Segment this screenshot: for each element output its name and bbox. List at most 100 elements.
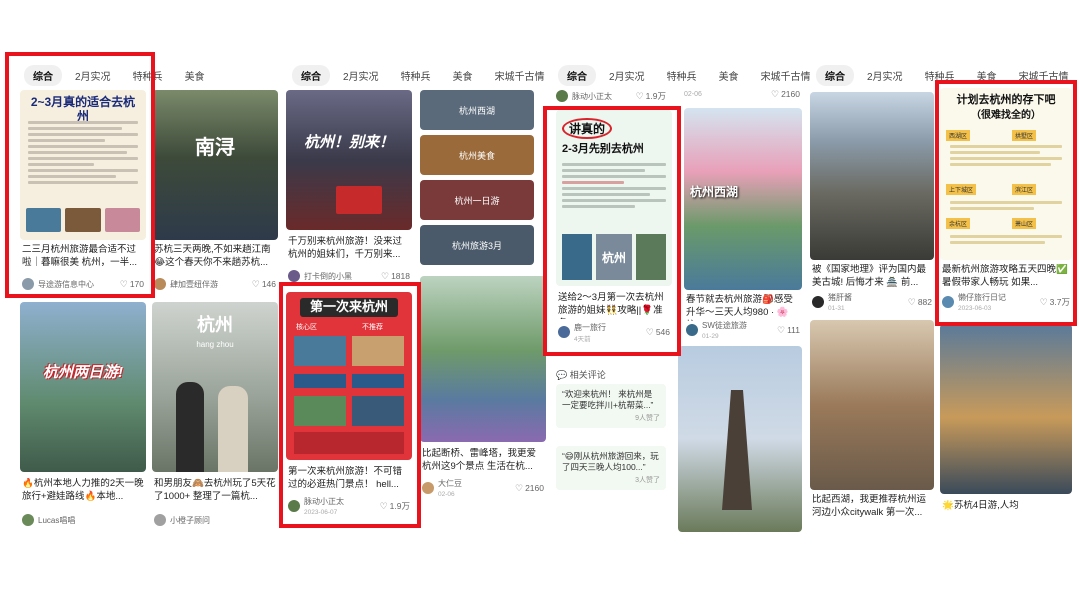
- author-name[interactable]: 大仁豆02-06: [438, 478, 515, 498]
- post-title[interactable]: 比起西湖，我更推荐杭州运河边小众citywalk 第一次...: [812, 494, 932, 520]
- tab-feb-live[interactable]: 2月实况: [66, 65, 120, 86]
- like-button[interactable]: ♡882: [908, 297, 932, 308]
- author-name[interactable]: SW徒途旅游01-29: [702, 320, 777, 340]
- author-name-text[interactable]: 大仁豆: [438, 479, 462, 488]
- avatar[interactable]: [288, 270, 300, 282]
- post-card[interactable]: 计划去杭州的存下吧 （很难找全的） 西湖区 拱墅区 上下城区 滨江区 余杭区 萧…: [940, 88, 1072, 318]
- tab-special-forces[interactable]: 特种兵: [392, 65, 440, 86]
- author-name-text[interactable]: SW徒途旅游: [702, 321, 747, 330]
- post-card[interactable]: 第一次来杭州 核心区 不推荐 第一次来杭州旅游！不可错过的必逛热门景点！ hel…: [286, 292, 412, 520]
- tab-food[interactable]: 美食: [710, 65, 748, 86]
- tab-feb-live[interactable]: 2月实况: [600, 65, 654, 86]
- author-name[interactable]: 懒仔旅行日记2023-06-03: [958, 292, 1040, 312]
- author-name[interactable]: 肆加壹纽伴游: [170, 279, 252, 290]
- tab-special-forces[interactable]: 特种兵: [658, 65, 706, 86]
- post-card[interactable]: 比起西湖，我更推荐杭州运河边小众citywalk 第一次...: [810, 320, 934, 532]
- post-title[interactable]: 🌟苏杭4日游,人均: [942, 500, 1070, 513]
- post-cover-image: 2~3月真的适合去杭州: [20, 90, 146, 240]
- post-title[interactable]: 春节就去杭州旅游🎒感受升华～三天人均980 · 🌸杭...: [686, 294, 800, 321]
- post-title[interactable]: 和男朋友🙈去杭州玩了5天花了1000+ 整理了一篇杭...: [154, 478, 276, 504]
- avatar[interactable]: [422, 482, 434, 494]
- suggestion-button[interactable]: 杭州一日游: [420, 180, 534, 220]
- suggestion-button[interactable]: 杭州美食: [420, 135, 534, 175]
- avatar[interactable]: [154, 278, 166, 290]
- author-name[interactable]: 鹿一旅行4天前: [574, 322, 646, 343]
- post-title[interactable]: 苏杭三天两晚,不如来趟江南😂这个春天你不来趟苏杭...: [154, 244, 276, 270]
- avatar[interactable]: [22, 514, 34, 526]
- suggestion-button[interactable]: 杭州旅游3月: [420, 225, 534, 265]
- post-title[interactable]: 最新杭州旅游攻略五天四晚✅暑假带家人畅玩 如果...: [942, 264, 1070, 290]
- avatar[interactable]: [686, 324, 698, 336]
- author-name[interactable]: 猪肝酱01-31: [828, 292, 908, 312]
- tab-all[interactable]: 综合: [558, 65, 596, 86]
- like-button[interactable]: ♡1.9万: [380, 500, 410, 512]
- results-panel-4: 综合 2月实况 特种兵 美食 宋城千古情 被《国家地理》评为国内最美古城! 后悔…: [810, 62, 1072, 532]
- avatar[interactable]: [558, 326, 570, 338]
- author-name-text[interactable]: 猪肝酱: [828, 293, 852, 302]
- post-card[interactable]: 被《国家地理》评为国内最美古城! 后悔才来 🏯 前... 猪肝酱01-31 ♡8…: [810, 92, 934, 314]
- like-button[interactable]: ♡2160: [771, 89, 800, 100]
- avatar[interactable]: [22, 278, 34, 290]
- tab-food[interactable]: 美食: [444, 65, 482, 86]
- post-card[interactable]: 2~3月真的适合去杭州 二三月杭州旅游最合适不过啦｜暮嘛很美 杭州，一半... …: [20, 90, 146, 294]
- post-card[interactable]: [678, 346, 802, 532]
- comment-card[interactable]: “😄刚从杭州旅游回来，玩了四天三晚人均100...” 3人赞了: [556, 446, 666, 490]
- author-name-text[interactable]: 鹿一旅行: [574, 323, 606, 332]
- avatar[interactable]: [288, 500, 300, 512]
- tab-all[interactable]: 综合: [24, 65, 62, 86]
- tab-food[interactable]: 美食: [176, 65, 214, 86]
- like-button[interactable]: ♡1818: [381, 271, 410, 282]
- post-card[interactable]: 比起断桥、雷峰塔，我更爱杭州这9个景点 生活在杭... 大仁豆02-06 ♡21…: [420, 276, 546, 532]
- avatar[interactable]: [154, 514, 166, 526]
- tab-songcheng[interactable]: 宋城千古情: [486, 65, 548, 86]
- tab-special-forces[interactable]: 特种兵: [124, 65, 172, 86]
- like-button[interactable]: ♡146: [252, 279, 276, 290]
- post-title[interactable]: 第一次来杭州旅游！不可错过的必逛热门景点！ hell...: [288, 466, 410, 492]
- like-button[interactable]: ♡170: [120, 279, 144, 290]
- tab-feb-live[interactable]: 2月实况: [334, 65, 388, 86]
- post-title[interactable]: 比起断桥、雷峰塔，我更爱杭州这9个景点 生活在杭...: [422, 448, 544, 474]
- like-button[interactable]: ♡3.7万: [1040, 296, 1070, 308]
- post-title[interactable]: 被《国家地理》评为国内最美古城! 后悔才来 🏯 前...: [812, 264, 932, 290]
- post-card[interactable]: 杭州 hang zhou 和男朋友🙈去杭州玩了5天花了1000+ 整理了一篇杭.…: [152, 302, 278, 532]
- post-card[interactable]: 南浔 苏杭三天两晚,不如来趟江南😂这个春天你不来趟苏杭... 肆加壹纽伴游 ♡1…: [152, 90, 278, 294]
- tab-special-forces[interactable]: 特种兵: [916, 65, 964, 86]
- tab-songcheng[interactable]: 宋城千古情: [752, 65, 814, 86]
- tab-food[interactable]: 美食: [968, 65, 1006, 86]
- author-name[interactable]: 脉动小正太2023-06-07: [304, 496, 380, 516]
- tab-all[interactable]: 综合: [292, 65, 330, 86]
- post-title[interactable]: 🔥杭州本地人力推的2天一晚旅行+避娃路线🔥本地...: [22, 478, 144, 504]
- avatar[interactable]: [812, 296, 824, 308]
- avatar[interactable]: [556, 90, 568, 102]
- post-card[interactable]: 杭州西湖 春节就去杭州旅游🎒感受升华～三天人均980 · 🌸杭... SW徒途旅…: [684, 108, 802, 340]
- post-cover-image: 杭州西湖: [684, 108, 802, 290]
- post-title[interactable]: 送给2～3月第一次去杭州旅游的姐妹👯攻略||🌹准备...: [558, 292, 670, 319]
- post-card[interactable]: 讲真的 2-3月先别去杭州 杭州 送给2～3月第一次去杭州旅游的姐妹👯攻略||🌹…: [556, 110, 672, 352]
- post-card[interactable]: 杭州！别来！ 千万别来杭州旅游！没来过杭州的姐妹们，千万别来... 打卡倒的小黑…: [286, 90, 412, 286]
- author-name-text[interactable]: 脉动小正太: [304, 497, 344, 506]
- author-name[interactable]: 导途游信息中心: [38, 279, 120, 290]
- avatar[interactable]: [942, 296, 954, 308]
- author-name[interactable]: Lucas唱唱: [38, 515, 144, 526]
- author-name[interactable]: 打卡倒的小黑: [304, 271, 381, 282]
- post-cover-image: [810, 92, 934, 260]
- author-name[interactable]: 脉动小正太: [572, 91, 636, 102]
- post-card[interactable]: 🌟苏杭4日游,人均: [940, 324, 1072, 532]
- post-title[interactable]: 二三月杭州旅游最合适不过啦｜暮嘛很美 杭州，一半...: [22, 244, 144, 270]
- like-button[interactable]: ♡1.9万: [636, 90, 666, 102]
- suggestion-button[interactable]: 杭州西湖: [420, 90, 534, 130]
- heart-icon: ♡: [908, 297, 916, 308]
- like-button[interactable]: ♡111: [777, 325, 800, 336]
- tab-feb-live[interactable]: 2月实况: [858, 65, 912, 86]
- comment-card[interactable]: “欢迎来杭州！ 来杭州是一定要吃拌川+杭帮菜...” 9人赞了: [556, 384, 666, 428]
- tab-songcheng[interactable]: 宋城千古情: [1010, 65, 1072, 86]
- like-button[interactable]: ♡546: [646, 327, 670, 338]
- tab-all[interactable]: 综合: [816, 65, 854, 86]
- like-button[interactable]: ♡2160: [515, 483, 544, 494]
- author-name-text[interactable]: 懒仔旅行日记: [958, 293, 1006, 302]
- results-panel-3: 综合 2月实况 特种兵 美食 宋城千古情 脉动小正太 ♡1.9万 讲真的 2-3…: [552, 62, 814, 532]
- post-card[interactable]: 杭州两日游! 🔥杭州本地人力推的2天一晚旅行+避娃路线🔥本地... Lucas唱…: [20, 302, 146, 532]
- post-title[interactable]: 千万别来杭州旅游！没来过杭州的姐妹们，千万别来...: [288, 236, 410, 262]
- cover-title: 讲真的: [562, 118, 612, 139]
- author-name[interactable]: 小橙子顾问: [170, 515, 276, 526]
